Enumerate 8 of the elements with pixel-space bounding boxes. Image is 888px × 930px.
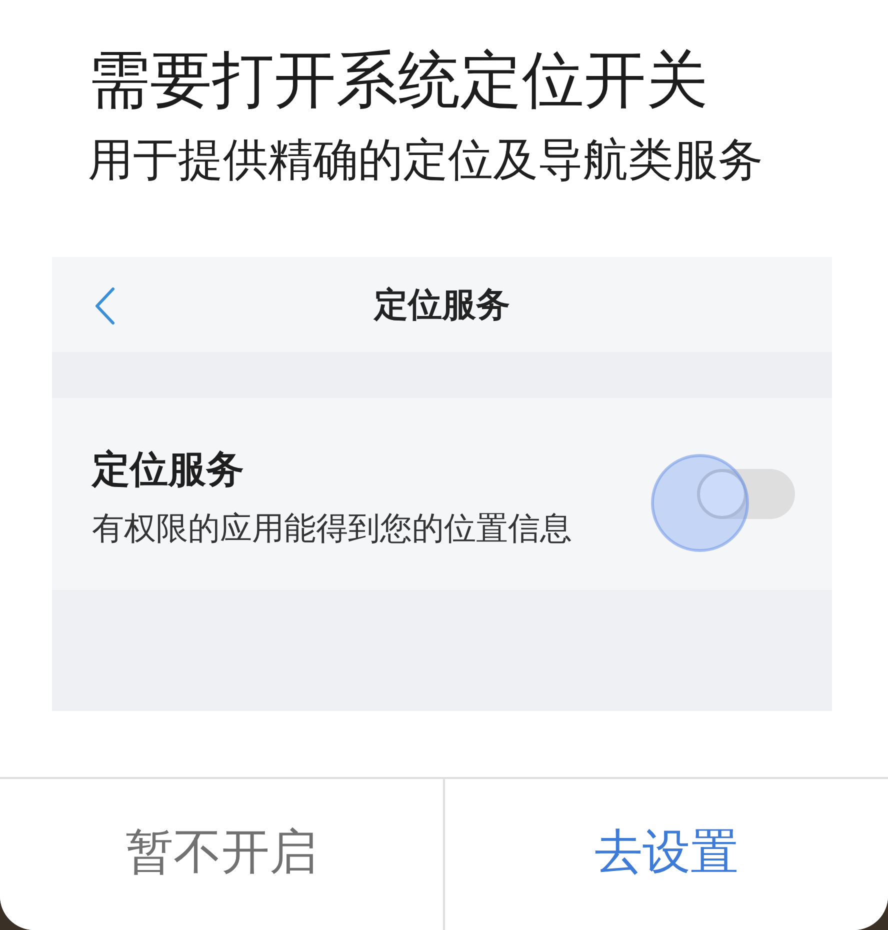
header-title: 定位服务 [374,284,510,326]
toggle-switch[interactable] [697,469,795,519]
dialog-subtitle: 用于提供精确的定位及导航类服务 [87,132,764,188]
settings-button[interactable]: 去设置 [443,779,888,930]
back-icon [95,287,115,325]
setting-label: 定位服务 [92,446,245,493]
dialog-title: 需要打开系统定位开关 [87,42,709,117]
setting-description: 有权限的应用能得到您的位置信息 [92,508,572,549]
